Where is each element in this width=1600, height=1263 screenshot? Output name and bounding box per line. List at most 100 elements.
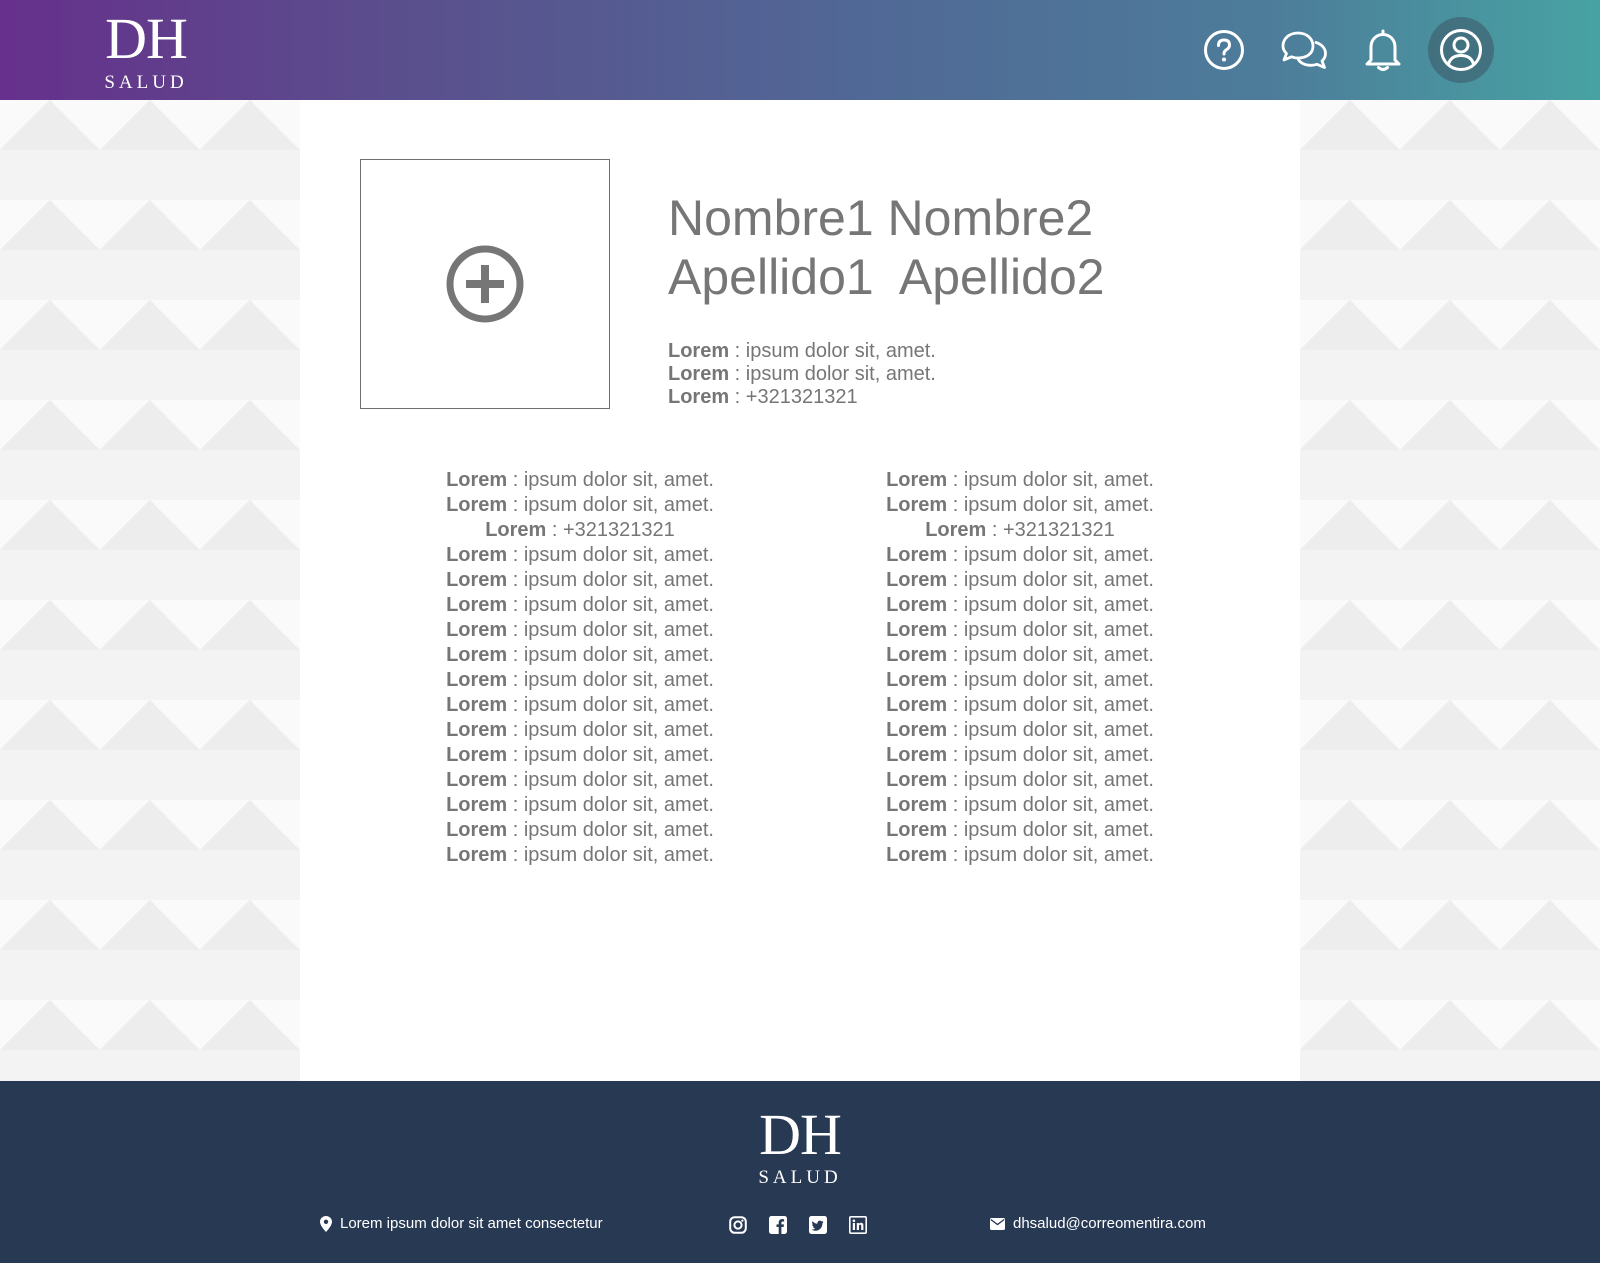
field-row: Lorem : ipsum dolor sit, amet.: [870, 618, 1170, 643]
field-row: Lorem : ipsum dolor sit, amet.: [870, 843, 1170, 868]
field-label: Lorem: [446, 669, 508, 691]
chat-icon: [1281, 31, 1327, 69]
logo-sub: SALUD: [104, 72, 188, 93]
field-row: Lorem : ipsum dolor sit, amet.: [870, 543, 1170, 568]
add-circle-icon: [446, 245, 524, 323]
field-value: : +321321321: [546, 519, 675, 541]
field-label: Lorem: [668, 386, 730, 408]
field-row: Lorem : ipsum dolor sit, amet.: [668, 340, 936, 363]
field-row: Lorem : ipsum dolor sit, amet.: [870, 793, 1170, 818]
field-row: Lorem : ipsum dolor sit, amet.: [668, 363, 936, 386]
notifications-button[interactable]: [1351, 18, 1415, 82]
field-value: : ipsum dolor sit, amet.: [507, 844, 714, 866]
field-row: Lorem : ipsum dolor sit, amet.: [430, 818, 730, 843]
bell-icon: [1365, 29, 1401, 71]
field-value: : ipsum dolor sit, amet.: [507, 544, 714, 566]
footer-address: Lorem ipsum dolor sit amet consectetur: [320, 1215, 603, 1232]
field-label: Lorem: [886, 844, 948, 866]
field-label: Lorem: [485, 519, 547, 541]
facebook-link[interactable]: [768, 1215, 788, 1235]
logo-sub: SALUD: [758, 1167, 842, 1188]
field-row: Lorem : ipsum dolor sit, amet.: [430, 618, 730, 643]
linkedin-link[interactable]: [848, 1215, 868, 1235]
field-row: Lorem : ipsum dolor sit, amet.: [430, 843, 730, 868]
field-value: : ipsum dolor sit, amet.: [507, 744, 714, 766]
field-value: : ipsum dolor sit, amet.: [947, 844, 1154, 866]
field-value: : ipsum dolor sit, amet.: [507, 469, 714, 491]
field-row: Lorem : ipsum dolor sit, amet.: [430, 568, 730, 593]
field-label: Lorem: [446, 719, 508, 741]
field-value: : ipsum dolor sit, amet.: [947, 694, 1154, 716]
field-value: : ipsum dolor sit, amet.: [729, 340, 936, 362]
field-label: Lorem: [446, 694, 508, 716]
field-label: Lorem: [446, 794, 508, 816]
field-value: : ipsum dolor sit, amet.: [507, 644, 714, 666]
field-value: : ipsum dolor sit, amet.: [507, 494, 714, 516]
field-row: Lorem : ipsum dolor sit, amet.: [870, 693, 1170, 718]
field-row: Lorem : ipsum dolor sit, amet.: [870, 593, 1170, 618]
name-line-2: Apellido1 Apellido2: [668, 248, 1105, 307]
logo-main: DH: [759, 1102, 842, 1167]
field-row: Lorem : ipsum dolor sit, amet.: [430, 468, 730, 493]
footer-logo[interactable]: DH SALUD: [750, 1102, 850, 1189]
field-row: Lorem : ipsum dolor sit, amet.: [870, 768, 1170, 793]
instagram-icon: [729, 1216, 747, 1234]
field-row: Lorem : ipsum dolor sit, amet.: [870, 818, 1170, 843]
details-column-right: Lorem : ipsum dolor sit, amet. Lorem : ip…: [870, 468, 1170, 868]
field-row: Lorem : ipsum dolor sit, amet.: [430, 643, 730, 668]
profile-name: Nombre1 Nombre2 Apellido1 Apellido2: [668, 189, 1105, 307]
field-row: Lorem : ipsum dolor sit, amet.: [870, 493, 1170, 518]
field-row: Lorem : ipsum dolor sit, amet.: [870, 468, 1170, 493]
field-value: : ipsum dolor sit, amet.: [947, 669, 1154, 691]
field-label: Lorem: [886, 819, 948, 841]
help-icon: [1204, 30, 1244, 70]
field-label: Lorem: [886, 769, 948, 791]
field-row: Lorem : +321321321: [870, 518, 1170, 543]
footer-email[interactable]: dhsalud@correomentira.com: [990, 1215, 1206, 1232]
field-value: : ipsum dolor sit, amet.: [729, 363, 936, 385]
field-label: Lorem: [446, 544, 508, 566]
field-label: Lorem: [446, 594, 508, 616]
instagram-link[interactable]: [728, 1215, 748, 1235]
field-label: Lorem: [668, 340, 730, 362]
field-value: : +321321321: [986, 519, 1115, 541]
field-value: : ipsum dolor sit, amet.: [947, 794, 1154, 816]
field-row: Lorem : ipsum dolor sit, amet.: [430, 668, 730, 693]
field-row: Lorem : ipsum dolor sit, amet.: [870, 668, 1170, 693]
facebook-icon: [769, 1216, 787, 1234]
address-text: Lorem ipsum dolor sit amet consectetur: [340, 1215, 603, 1232]
brand-logo[interactable]: DH SALUD: [96, 10, 196, 94]
field-value: : ipsum dolor sit, amet.: [947, 544, 1154, 566]
email-text: dhsalud@correomentira.com: [1013, 1215, 1206, 1232]
field-value: : ipsum dolor sit, amet.: [947, 819, 1154, 841]
profile-summary: Lorem : ipsum dolor sit, amet. Lorem : ip…: [668, 340, 936, 409]
field-row: Lorem : ipsum dolor sit, amet.: [430, 718, 730, 743]
field-label: Lorem: [886, 544, 948, 566]
field-value: : ipsum dolor sit, amet.: [507, 819, 714, 841]
field-value: : ipsum dolor sit, amet.: [507, 769, 714, 791]
field-value: : ipsum dolor sit, amet.: [507, 569, 714, 591]
field-row: Lorem : ipsum dolor sit, amet.: [430, 493, 730, 518]
add-photo-button[interactable]: [360, 159, 610, 409]
first-name: Nombre1: [668, 190, 874, 246]
twitter-link[interactable]: [808, 1215, 828, 1235]
field-label: Lorem: [886, 469, 948, 491]
field-row: Lorem : ipsum dolor sit, amet.: [430, 693, 730, 718]
field-label: Lorem: [886, 644, 948, 666]
messages-button[interactable]: [1272, 18, 1336, 82]
first-surname: Apellido1: [668, 249, 874, 305]
profile-panel: Nombre1 Nombre2 Apellido1 Apellido2 Lore…: [300, 100, 1300, 1081]
field-label: Lorem: [446, 819, 508, 841]
field-value: : ipsum dolor sit, amet.: [947, 594, 1154, 616]
logo-main: DH: [105, 6, 188, 71]
field-value: : ipsum dolor sit, amet.: [507, 669, 714, 691]
help-button[interactable]: [1192, 18, 1256, 82]
field-label: Lorem: [886, 744, 948, 766]
field-row: Lorem : ipsum dolor sit, amet.: [870, 743, 1170, 768]
field-label: Lorem: [668, 363, 730, 385]
field-value: : ipsum dolor sit, amet.: [507, 694, 714, 716]
field-value: : ipsum dolor sit, amet.: [947, 619, 1154, 641]
user-menu-button[interactable]: [1428, 17, 1494, 83]
field-row: Lorem : ipsum dolor sit, amet.: [430, 593, 730, 618]
second-surname: Apellido2: [898, 249, 1105, 305]
